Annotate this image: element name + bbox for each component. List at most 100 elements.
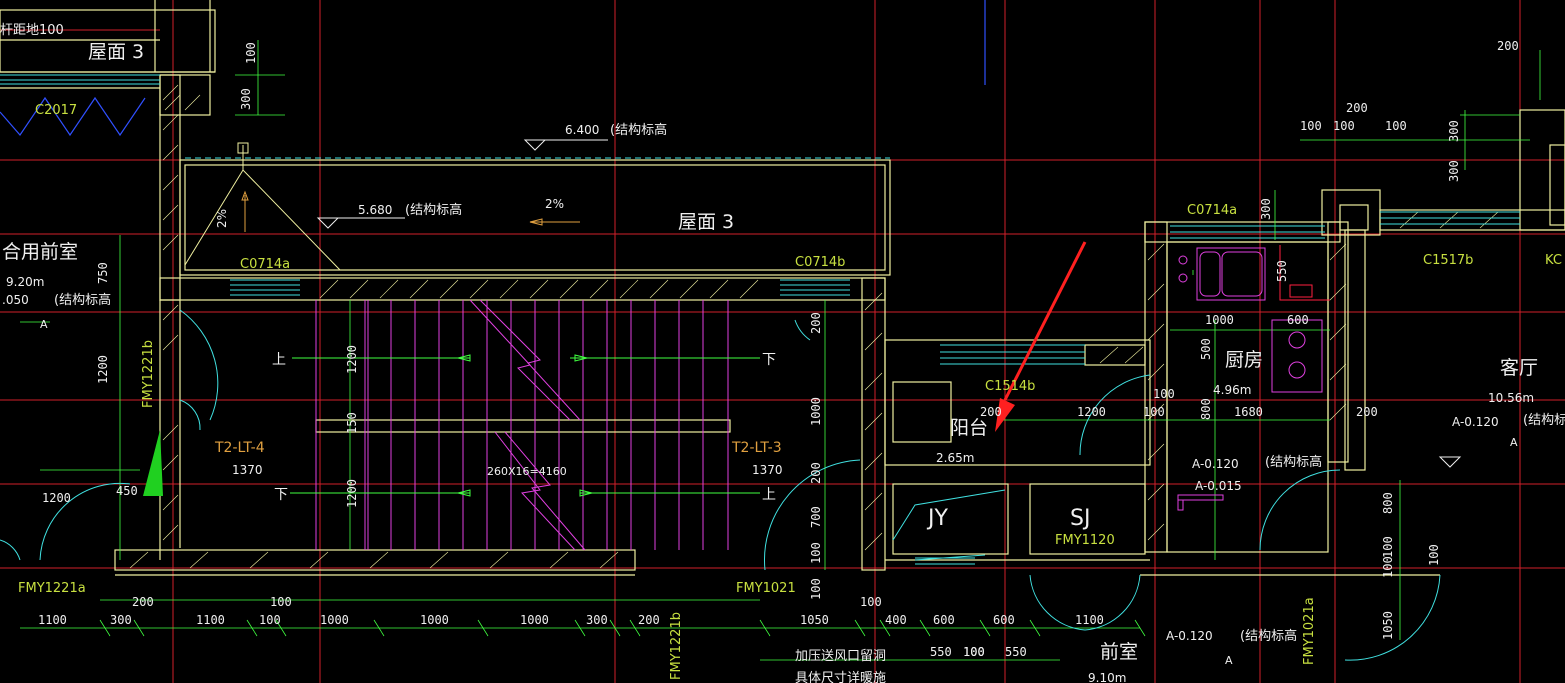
window-c0714a-right: C0714a (1187, 203, 1237, 218)
elev-roof-top: 6.400 (565, 123, 599, 137)
elev-struct-note-1: (结构标高 (610, 122, 667, 138)
elev-struct-note-3: (结构标高 (54, 292, 111, 308)
elev-roof-lower: 5.680 (358, 203, 392, 217)
dim-mv5: 100 (809, 578, 823, 600)
cad-floor-plan[interactable]: 屋面 3 屋面 3 合用前室 9.20m 阳台 2.65m 厨房 4.96m 客… (0, 0, 1565, 683)
dim-lv0: 750 (96, 262, 110, 284)
dim-k2: 600 (1287, 313, 1309, 327)
dim-bt1: 100 (270, 595, 292, 609)
dimension-texts: 1100 300 1100 100 1000 1000 1000 300 200… (38, 39, 1519, 659)
dim-k5: 100 (1153, 387, 1175, 401)
window-c2017: C2017 (35, 103, 77, 118)
slope-a: 2% (545, 197, 564, 211)
dim-k8: 1680 (1234, 405, 1263, 419)
dim-tv0: 100 (244, 42, 258, 64)
dim-b5: 1000 (420, 613, 449, 627)
dim-mv4: 100 (809, 542, 823, 564)
room-living: 客厅 (1500, 357, 1538, 379)
dim-k9: 200 (980, 405, 1002, 419)
elev-struct-note-6: (结构标高 (1240, 628, 1297, 644)
dim-k3: 500 (1199, 338, 1213, 360)
note-size: 具体尺寸详暖施 (795, 671, 886, 683)
elev-struct-note-2: (结构标高 (405, 202, 462, 218)
room-jy: JY (926, 506, 948, 531)
dim-b13: 600 (993, 613, 1015, 627)
dim-b2: 1100 (196, 613, 225, 627)
stair-treads (315, 299, 729, 551)
door-fmy1120: FMY1120 (1055, 533, 1115, 548)
dim-b1: 300 (110, 613, 132, 627)
text-labels: 屋面 3 屋面 3 合用前室 9.20m 阳台 2.65m 厨房 4.96m 客… (0, 23, 1565, 683)
dim-rv4: 1050 (1381, 611, 1395, 640)
stair-treads-label: 260X16=4160 (487, 465, 567, 478)
dim-b12: 600 (933, 613, 955, 627)
dim-tr0: 200 (1497, 39, 1519, 53)
room-front-area: 9.10m (1088, 671, 1126, 683)
dim-tr6: 300 (1447, 160, 1461, 182)
dim-tr3: 100 (1333, 119, 1355, 133)
elev-kitchen-b: A-0.015 (1195, 479, 1242, 493)
dim-b7: 300 (586, 613, 608, 627)
dim-b3: 100 (259, 613, 281, 627)
dim-rv1: 100 (1381, 556, 1395, 578)
elevation-markers (241, 139, 1462, 468)
window-kc: KC (1545, 253, 1562, 268)
dim-rv2: 100 (1381, 536, 1395, 558)
stair-left-tag: T2-LT-4 (214, 440, 265, 456)
dim-mv1: 1000 (809, 397, 823, 426)
dim-tr8: 200 (1356, 405, 1378, 419)
dim-sv1: 150 (345, 412, 359, 434)
dim-bl2: 550 (1005, 645, 1027, 659)
roof-ridge (184, 142, 890, 271)
dim-lv2: 450 (116, 484, 138, 498)
room-shared-lobby: 合用前室 (2, 241, 78, 263)
dim-tr1: 200 (1346, 101, 1368, 115)
dim-lv1: 1200 (96, 355, 110, 384)
walls (0, 0, 1565, 576)
elev-kitchen-a: A-0.120 (1192, 457, 1239, 471)
stair-right-tag: T2-LT-3 (731, 440, 782, 456)
slope-b: 2% (215, 209, 229, 228)
dim-b9: 1050 (800, 613, 829, 627)
dim-k4: 800 (1199, 398, 1213, 420)
dim-tv1: 300 (239, 88, 253, 110)
dim-b0: 1100 (38, 613, 67, 627)
dim-k7: 100 (1143, 405, 1165, 419)
room-roof-left: 屋面 3 (88, 41, 144, 63)
room-sj: SJ (1070, 506, 1090, 531)
dim-k0: 550 (1275, 260, 1289, 282)
blue-lines (0, 0, 986, 137)
note-pressurized-vent: 加压送风口留洞 (795, 649, 886, 664)
elev-living-a: A-0.120 (1452, 415, 1499, 429)
dim-b4: 1000 (320, 613, 349, 627)
dim-b14: 1100 (1075, 613, 1104, 627)
stair-up-left: 上 (272, 352, 286, 368)
window-c0714b: C0714b (795, 255, 845, 270)
dim-k1: 1000 (1205, 313, 1234, 327)
room-balcony: 阳台 (950, 417, 988, 439)
room-shared-lobby-area: 9.20m (6, 275, 44, 289)
dim-b10: 100 (860, 595, 882, 609)
stair-right-width: 1370 (752, 463, 783, 477)
room-living-area: 10.56m (1488, 391, 1534, 405)
room-front: 前室 (1100, 641, 1138, 663)
dim-b8: 200 (638, 613, 660, 627)
stair-down-left: 下 (274, 487, 288, 503)
window-c0714a-left: C0714a (240, 257, 290, 272)
dim-bl1: 100 (963, 645, 985, 659)
window-c1517b: C1517b (1423, 253, 1473, 268)
dim-mv3: 700 (809, 506, 823, 528)
dim-bl0: 550 (930, 645, 952, 659)
dim-tr5: 300 (1447, 120, 1461, 142)
elev-struct-note-4: (结构标高 (1265, 454, 1322, 470)
green-marker (143, 430, 163, 496)
window-c1514b: C1514b (985, 379, 1035, 394)
dim-rv0: 800 (1381, 492, 1395, 514)
dim-tr2: 100 (1300, 119, 1322, 133)
dim-mv2: 200 (809, 462, 823, 484)
stair-left-width: 1370 (232, 463, 263, 477)
dim-tr4: 100 (1385, 119, 1407, 133)
dim-tr7: 300 (1259, 198, 1273, 220)
elev-struct-note-5: (结构标高 (1523, 412, 1565, 428)
door-fmy1021a: FMY1021a (1302, 597, 1317, 665)
